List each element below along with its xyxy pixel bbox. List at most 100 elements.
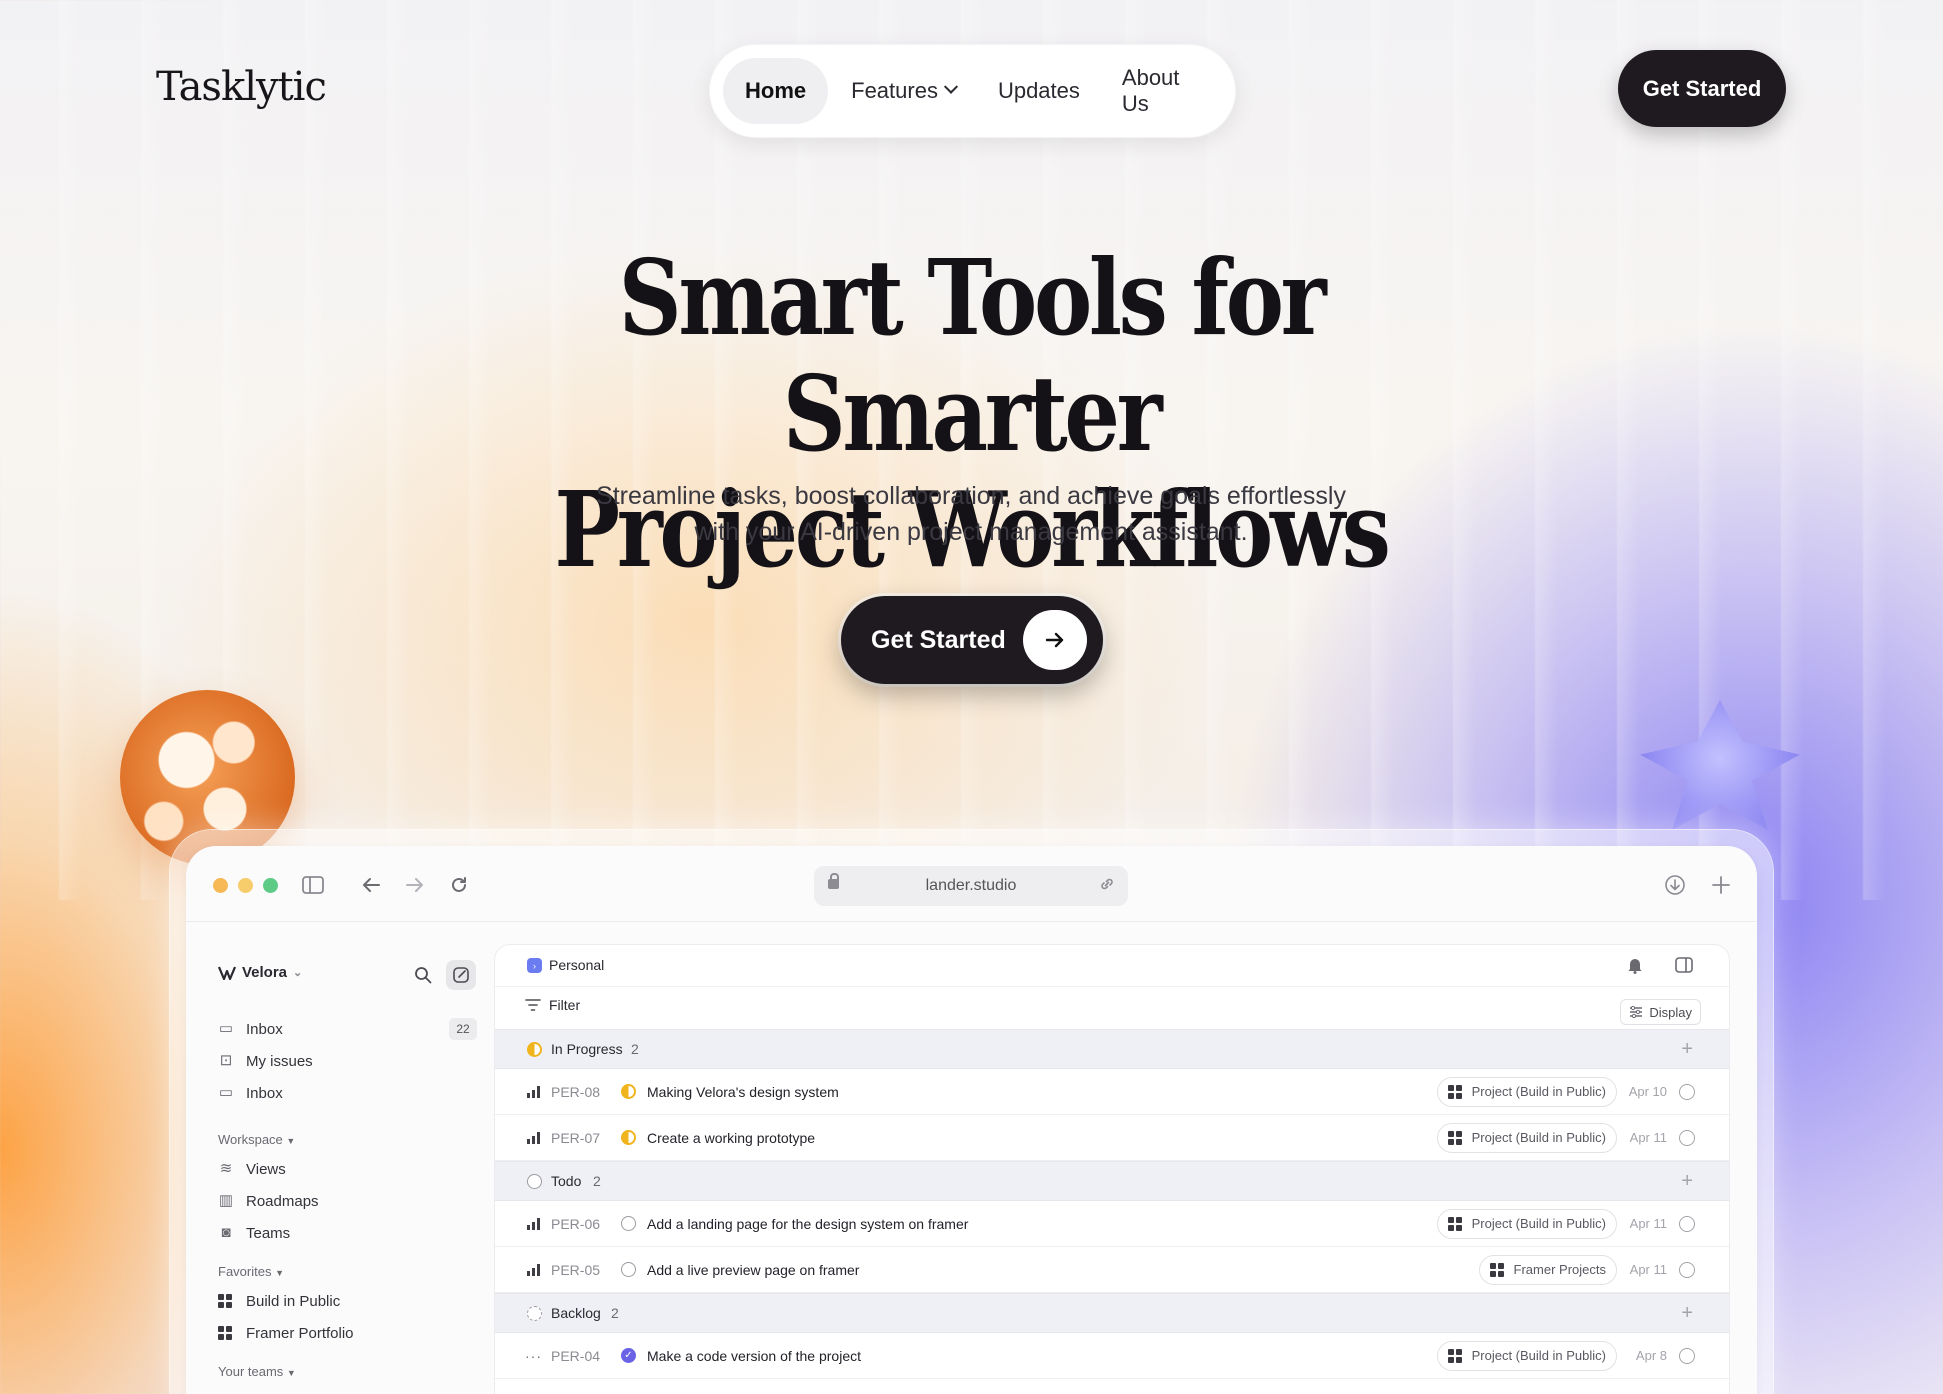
new-tab-plus-icon[interactable] [1706, 870, 1736, 900]
sidebar-item-build-in-public[interactable]: Build in Public [218, 1288, 340, 1314]
filter-button[interactable]: Filter [525, 997, 580, 1013]
group-header-in-progress[interactable]: In Progress 2 + [495, 1029, 1729, 1069]
sidebar-item-teams[interactable]: ◙ Teams [218, 1220, 290, 1246]
sidebar-item-roadmaps[interactable]: ▥ Roadmaps [218, 1188, 319, 1214]
caret-down-icon: ▼ [286, 1368, 296, 1378]
logo[interactable]: Tasklytic [156, 64, 327, 110]
browser-toolbar: lander.studio [186, 846, 1757, 922]
hero-subtitle-line-2: with your AI-driven project management a… [694, 518, 1248, 546]
add-issue-plus-icon[interactable]: + [1681, 1038, 1693, 1061]
project-chip[interactable]: Project (Build in Public) [1436, 1208, 1617, 1239]
favorites-section-heading[interactable]: Favorites ▼ [218, 1264, 284, 1279]
reload-icon[interactable] [444, 870, 474, 900]
project-grid-icon [1489, 1262, 1506, 1277]
nav-home[interactable]: Home [723, 58, 829, 124]
project-chip[interactable]: Project (Build in Public) [1436, 1122, 1617, 1153]
panel-title: Personal [549, 957, 605, 973]
sidebar-item-inbox-2[interactable]: ▭ Inbox [218, 1080, 283, 1106]
workspace-section-heading[interactable]: Workspace ▼ [218, 1132, 295, 1147]
nav-about-label: About Us [1121, 65, 1180, 116]
window-maximize-dot[interactable] [263, 878, 278, 893]
hero-subtitle-line-1: Streamline tasks, boost collaboration, a… [596, 482, 1346, 510]
todo-status-icon[interactable] [621, 1262, 636, 1277]
filter-label: Filter [549, 997, 581, 1013]
hero-get-started-button[interactable]: Get Started [841, 596, 1103, 684]
assignee-avatar-icon[interactable] [1679, 1347, 1695, 1364]
task-title: Add a landing page for the design system… [647, 1215, 969, 1232]
backlog-status-icon [527, 1305, 542, 1321]
no-priority-icon: ··· [525, 1347, 542, 1364]
task-title: Create a working prototype [647, 1129, 816, 1146]
in-progress-status-icon[interactable] [621, 1130, 636, 1145]
sliders-icon [1630, 1006, 1643, 1018]
group-name: Backlog [551, 1305, 601, 1321]
nav-updates[interactable]: Updates [979, 58, 1099, 124]
compose-icon[interactable] [446, 960, 476, 990]
issues-icon: ⊡ [219, 1052, 233, 1069]
decorative-star-3d [1640, 700, 1800, 830]
sidebar-item-my-issues[interactable]: ⊡ My issues [218, 1048, 313, 1074]
group-header-todo[interactable]: Todo 2 + [495, 1161, 1729, 1201]
panel-layout-icon[interactable] [1675, 957, 1693, 978]
sidebar-item-inbox[interactable]: ▭ Inbox [218, 1016, 283, 1042]
project-grid-icon [1447, 1130, 1464, 1145]
inbox-count-badge: 22 [449, 1018, 477, 1040]
address-bar-url: lander.studio [925, 877, 1017, 894]
display-label: Display [1649, 1004, 1692, 1020]
workspace-switcher[interactable]: Velora ⌄ [218, 964, 302, 981]
task-row[interactable]: PER-07 Create a working prototype Projec… [495, 1115, 1729, 1161]
sidebar-toggle-icon[interactable] [298, 870, 328, 900]
link-icon[interactable] [1098, 875, 1116, 898]
project-chip[interactable]: Project (Build in Public) [1436, 1076, 1617, 1107]
window-close-dot[interactable] [213, 878, 228, 893]
project-chip-label: Project (Build in Public) [1471, 1348, 1606, 1363]
project-chip[interactable]: Framer Projects [1478, 1254, 1617, 1285]
task-row[interactable]: PER-06 Add a landing page for the design… [495, 1201, 1729, 1247]
assignee-avatar-icon[interactable] [1679, 1083, 1695, 1100]
add-issue-plus-icon[interactable]: + [1681, 1302, 1693, 1325]
your-teams-section-heading[interactable]: Your teams ▼ [218, 1364, 296, 1379]
add-issue-plus-icon[interactable]: + [1681, 1170, 1693, 1193]
done-check-icon[interactable]: ✓ [621, 1348, 636, 1363]
header-get-started-button[interactable]: Get Started [1618, 50, 1786, 127]
bell-icon[interactable] [1627, 956, 1643, 979]
inbox-icon: ▭ [218, 1020, 234, 1037]
search-icon[interactable] [408, 960, 438, 990]
task-date: Apr 11 [1629, 1216, 1667, 1231]
todo-status-icon[interactable] [621, 1216, 636, 1231]
task-row[interactable]: PER-05 Add a live preview page on framer… [495, 1247, 1729, 1293]
project-chip[interactable]: Project (Build in Public) [1436, 1340, 1617, 1371]
filter-icon [525, 999, 541, 1011]
nav-about-us[interactable]: About Us [1103, 58, 1222, 124]
nav-features[interactable]: Features [832, 58, 975, 124]
chevron-down-icon: ⌄ [293, 967, 303, 979]
assignee-avatar-icon[interactable] [1679, 1129, 1695, 1146]
workspace-name: Velora [242, 964, 288, 981]
caret-down-icon: ▼ [286, 1136, 296, 1146]
group-header-backlog[interactable]: Backlog 2 + [495, 1293, 1729, 1333]
sidebar-item-label: Framer Portfolio [246, 1324, 354, 1342]
panel-header: › Personal [495, 945, 1729, 987]
sidebar-item-views[interactable]: ≋ Views [218, 1156, 286, 1182]
sidebar-item-label: My issues [246, 1052, 313, 1070]
back-arrow-icon[interactable] [356, 870, 386, 900]
forward-arrow-icon[interactable] [400, 870, 430, 900]
address-bar[interactable]: lander.studio [814, 866, 1128, 906]
hero-title-line-1: Smart Tools for Smarter [618, 236, 1327, 475]
window-minimize-dot[interactable] [238, 878, 253, 893]
task-id: PER-06 [551, 1215, 601, 1232]
assignee-avatar-icon[interactable] [1679, 1215, 1695, 1232]
sidebar-item-framer-portfolio[interactable]: Framer Portfolio [218, 1320, 354, 1346]
assignee-avatar-icon[interactable] [1679, 1261, 1695, 1278]
sidebar-item-label: Teams [246, 1224, 291, 1242]
task-row[interactable]: ··· PER-04 ✓ Make a code version of the … [495, 1333, 1729, 1379]
task-row[interactable]: PER-08 Making Velora's design system Pro… [495, 1069, 1729, 1115]
arrow-right-icon [1023, 610, 1087, 670]
task-title: Making Velora's design system [647, 1083, 839, 1100]
in-progress-status-icon [527, 1041, 542, 1057]
in-progress-status-icon[interactable] [621, 1084, 636, 1099]
task-date: Apr 10 [1628, 1084, 1667, 1099]
download-icon[interactable] [1660, 870, 1690, 900]
sidebar-item-label: Build in Public [246, 1292, 341, 1310]
display-button[interactable]: Display [1620, 999, 1701, 1025]
